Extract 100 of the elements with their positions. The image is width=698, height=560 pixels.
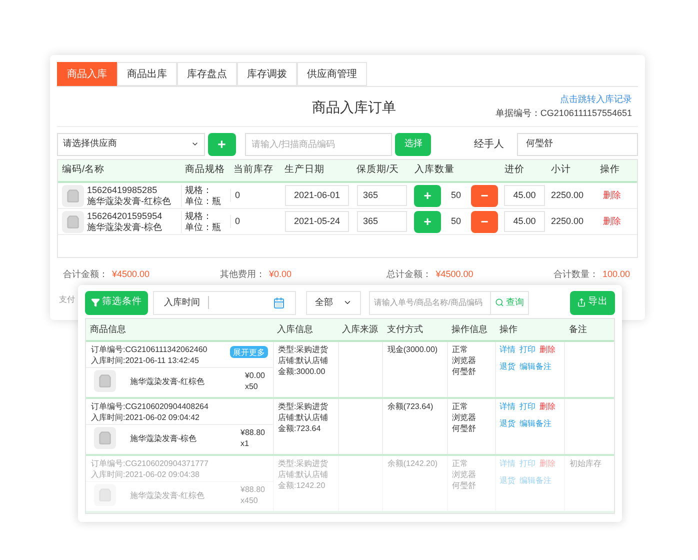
operator-info: 正常 浏览器 何璺舒 xyxy=(448,342,496,397)
increase-button[interactable]: + xyxy=(414,184,441,206)
filter-icon xyxy=(91,298,100,307)
add-supplier-button[interactable]: + xyxy=(208,132,236,156)
stock-cell: 0 xyxy=(230,188,281,202)
status-select[interactable]: 全部 xyxy=(306,290,361,314)
column-header: 进价 xyxy=(503,163,526,178)
column-header: 商品信息 xyxy=(89,322,127,336)
export-button[interactable]: 导出 xyxy=(570,290,615,314)
expand-more-button[interactable]: 展开更多 xyxy=(230,346,268,358)
column-header: 操作 xyxy=(498,322,518,336)
price-field[interactable]: 45.00 xyxy=(504,211,545,232)
bag-icon xyxy=(94,427,116,449)
payment-method: 余额(723.64) xyxy=(383,399,448,454)
product-spec: 规格： 单位：瓶 xyxy=(181,184,230,206)
handler-field[interactable]: 何璺舒 xyxy=(517,132,638,156)
delete-link[interactable]: 删除 xyxy=(540,458,556,469)
bag-icon xyxy=(94,484,116,506)
decrease-button[interactable]: − xyxy=(471,210,498,232)
quantity-value: 50 xyxy=(450,188,462,202)
total-label: 总计金额： xyxy=(386,268,432,282)
tab[interactable]: 商品出库 xyxy=(117,62,177,86)
column-header: 操作信息 xyxy=(450,322,489,336)
column-header: 入库来源 xyxy=(341,322,379,336)
total-value: ¥4500.00 xyxy=(112,268,150,282)
column-header: 商品规格 xyxy=(184,163,226,178)
shelf-life-field[interactable]: 365 xyxy=(357,185,407,206)
order-number: 单据编号：CG2106111157554651 xyxy=(495,107,632,120)
operator-info: 正常 浏览器 何璺舒 xyxy=(448,399,496,454)
supplier-select[interactable]: 请选择供应商 xyxy=(57,132,205,156)
payment-label: 支付 xyxy=(59,294,75,306)
action-link[interactable]: 详情 xyxy=(500,458,516,469)
date-range-field[interactable]: 入库时间 xyxy=(153,290,296,314)
stock-in-info: 类型:采购进货 店铺:默认店铺 金额:723.64 xyxy=(274,399,339,454)
total-value: ¥0.00 xyxy=(268,268,292,282)
subtotal-cell-text: 2250.00 xyxy=(550,214,585,228)
tab[interactable]: 商品入库 xyxy=(57,62,117,86)
payment-method: 余额(1242.20) xyxy=(383,456,448,511)
total-label: 其他费用： xyxy=(220,268,265,282)
stock-in-info: 类型:采购进货 店铺:默认店铺 金额:3000.00 xyxy=(274,342,339,397)
action-link[interactable]: 编辑备注 xyxy=(520,475,552,486)
export-icon xyxy=(577,298,586,307)
action-link[interactable]: 详情 xyxy=(500,401,516,412)
tab[interactable]: 供应商管理 xyxy=(297,62,367,86)
column-header: 保质期/天 xyxy=(356,163,400,178)
action-link[interactable]: 退货 xyxy=(500,418,516,429)
payment-method: 现金(3000.00) xyxy=(383,342,448,397)
delete-link[interactable]: 删除 xyxy=(597,214,627,228)
stock-cell: 0 xyxy=(230,214,281,228)
action-link[interactable]: 退货 xyxy=(500,361,516,372)
quantity-value: 50 xyxy=(450,214,462,228)
shelf-life-field[interactable]: 365 xyxy=(357,211,407,232)
total-value: 100.00 xyxy=(602,268,630,282)
search-button[interactable]: 查询 xyxy=(491,290,529,314)
filter-button[interactable]: 筛选条件 xyxy=(85,290,148,314)
column-header: 小计 xyxy=(550,163,572,178)
product-price: ¥0.00 x50 xyxy=(244,370,265,392)
search-icon xyxy=(495,298,504,307)
column-header: 支付方式 xyxy=(386,322,424,336)
caret-icon xyxy=(343,298,352,307)
increase-button[interactable]: + xyxy=(414,210,441,232)
column-header: 编码/名称 xyxy=(61,163,106,178)
action-link[interactable]: 编辑备注 xyxy=(520,361,552,372)
search-field[interactable]: 请输入单号/商品名称/商品编码 xyxy=(369,290,491,314)
total-label: 合计数量： xyxy=(553,268,598,282)
total-label: 合计金额： xyxy=(63,268,108,282)
product-price: ¥88.80 x450 xyxy=(240,484,265,506)
product-name: 施华蔻染发膏-棕色 xyxy=(130,432,198,444)
column-header: 操作 xyxy=(599,163,622,178)
price-field[interactable]: 45.00 xyxy=(504,185,545,206)
subtotal-cell-text: 2250.00 xyxy=(550,188,585,202)
handler-label: 经手人 xyxy=(474,138,504,152)
stock-in-info: 类型:采购进货 店铺:默认店铺 金额:1242.20 xyxy=(274,456,339,511)
product-name: 施华蔻染发膏-红棕色 xyxy=(130,376,206,386)
records-link[interactable]: 点击跳转入库记录 xyxy=(560,93,632,106)
caret-icon xyxy=(190,140,199,148)
action-link[interactable]: 详情 xyxy=(500,344,516,355)
column-header: 备注 xyxy=(568,322,588,336)
choose-button[interactable]: 选择 xyxy=(395,132,432,156)
action-link[interactable]: 编辑备注 xyxy=(520,418,552,429)
delete-link[interactable]: 删除 xyxy=(540,401,556,412)
action-link[interactable]: 打印 xyxy=(520,458,536,469)
bag-icon xyxy=(94,370,116,392)
tab[interactable]: 库存调拨 xyxy=(237,62,297,86)
tab[interactable]: 库存盘点 xyxy=(177,62,237,86)
code-field[interactable]: 请输入/扫描商品编码 xyxy=(244,132,392,156)
product-name: 施华蔻染发膏-红棕色 xyxy=(130,490,206,500)
decrease-button[interactable]: − xyxy=(471,184,498,206)
column-header: 入库信息 xyxy=(276,322,314,336)
date-field[interactable]: 2021-05-24 xyxy=(285,211,349,232)
action-link[interactable]: 退货 xyxy=(500,475,516,486)
remark-text: 初始库存 xyxy=(569,459,602,468)
operator-info: 正常 浏览器 何璺舒 xyxy=(448,456,496,511)
action-link[interactable]: 打印 xyxy=(520,401,536,412)
product-name: 156264201595954 施华蔻染发膏-棕色 xyxy=(87,210,162,232)
delete-link[interactable]: 删除 xyxy=(597,188,627,202)
action-link[interactable]: 打印 xyxy=(520,344,536,355)
delete-link[interactable]: 删除 xyxy=(540,344,556,355)
date-field[interactable]: 2021-06-01 xyxy=(285,185,349,206)
total-value: ¥4500.00 xyxy=(436,268,474,282)
